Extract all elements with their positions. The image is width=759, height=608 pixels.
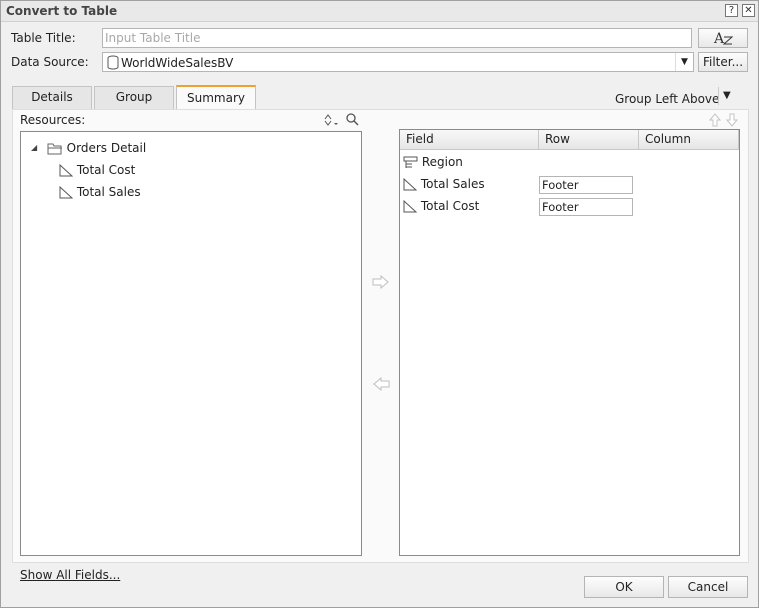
- svg-text:A: A: [713, 31, 725, 47]
- tree-node-label: Total Sales: [76, 185, 141, 199]
- chevron-down-icon[interactable]: ▼: [723, 90, 731, 101]
- resources-tree: ◢ Orders Detail Total Cost Total Sales: [20, 131, 362, 556]
- title-bar: Convert to Table ? ✕: [1, 1, 758, 22]
- summary-grid: Field Row Column Region Total Sales Foot…: [399, 129, 740, 556]
- row-position-input[interactable]: Footer: [539, 198, 633, 216]
- column-header-row[interactable]: Row: [539, 130, 639, 150]
- divider: [718, 87, 719, 105]
- ok-button[interactable]: OK: [584, 576, 664, 598]
- resources-label: Resources:: [20, 113, 86, 127]
- arrow-right-icon[interactable]: [372, 275, 390, 289]
- folder-icon: [47, 143, 62, 155]
- font-format-icon: A: [713, 31, 734, 47]
- column-header-field[interactable]: Field: [400, 130, 539, 150]
- tree-node-total-cost[interactable]: Total Cost: [59, 160, 135, 180]
- database-icon: [107, 55, 119, 70]
- move-down-icon[interactable]: [726, 113, 738, 127]
- table-title-input[interactable]: [102, 28, 692, 48]
- font-format-button[interactable]: A: [698, 28, 748, 48]
- tree-node-total-sales[interactable]: Total Sales: [59, 182, 141, 202]
- tree-node-label: Total Cost: [76, 163, 136, 177]
- help-icon[interactable]: ?: [725, 4, 738, 17]
- close-icon[interactable]: ✕: [742, 4, 755, 17]
- column-header-column[interactable]: Column: [639, 130, 739, 150]
- table-row[interactable]: Region: [403, 152, 463, 172]
- table-title-label: Table Title:: [11, 31, 76, 45]
- summary-panel: Resources: ◢ Orders Detail Total Cost To…: [12, 109, 749, 563]
- table-row[interactable]: Total Cost: [403, 196, 479, 216]
- chevron-down-icon[interactable]: ▼: [675, 53, 693, 71]
- sort-icon[interactable]: [323, 113, 343, 127]
- table-row[interactable]: Total Sales: [403, 174, 485, 194]
- show-all-fields-link[interactable]: Show All Fields...: [20, 568, 120, 582]
- field-name: Total Sales: [420, 177, 485, 191]
- field-icon: [403, 200, 417, 213]
- data-source-label: Data Source:: [11, 55, 89, 69]
- data-source-select[interactable]: WorldWideSalesBV ▼: [102, 52, 694, 72]
- dialog-title: Convert to Table: [6, 4, 118, 18]
- data-source-value: WorldWideSalesBV: [121, 56, 234, 70]
- tab-details[interactable]: Details: [12, 86, 92, 109]
- expand-triangle-icon[interactable]: ◢: [31, 138, 41, 158]
- field-icon: [59, 164, 73, 177]
- tab-summary[interactable]: Summary: [176, 85, 256, 109]
- group-layout-select[interactable]: Group Left Above: [615, 92, 719, 106]
- filter-button[interactable]: Filter...: [698, 52, 748, 72]
- move-up-icon[interactable]: [709, 113, 721, 127]
- arrow-left-icon[interactable]: [372, 377, 390, 391]
- field-name: Region: [421, 155, 463, 169]
- cancel-button[interactable]: Cancel: [668, 576, 748, 598]
- tab-group[interactable]: Group: [94, 86, 174, 109]
- row-position-input[interactable]: Footer: [539, 176, 633, 194]
- tree-node-label: Orders Detail: [66, 141, 147, 155]
- tab-bar: Details Group Summary Group Left Above ▼: [12, 85, 749, 109]
- convert-to-table-dialog: Convert to Table ? ✕ Table Title: A Data…: [0, 0, 759, 608]
- tree-node-orders-detail[interactable]: ◢ Orders Detail: [31, 138, 146, 158]
- field-name: Total Cost: [420, 199, 480, 213]
- field-icon: [59, 186, 73, 199]
- search-icon[interactable]: [345, 112, 359, 126]
- group-icon: [403, 156, 418, 168]
- field-icon: [403, 178, 417, 191]
